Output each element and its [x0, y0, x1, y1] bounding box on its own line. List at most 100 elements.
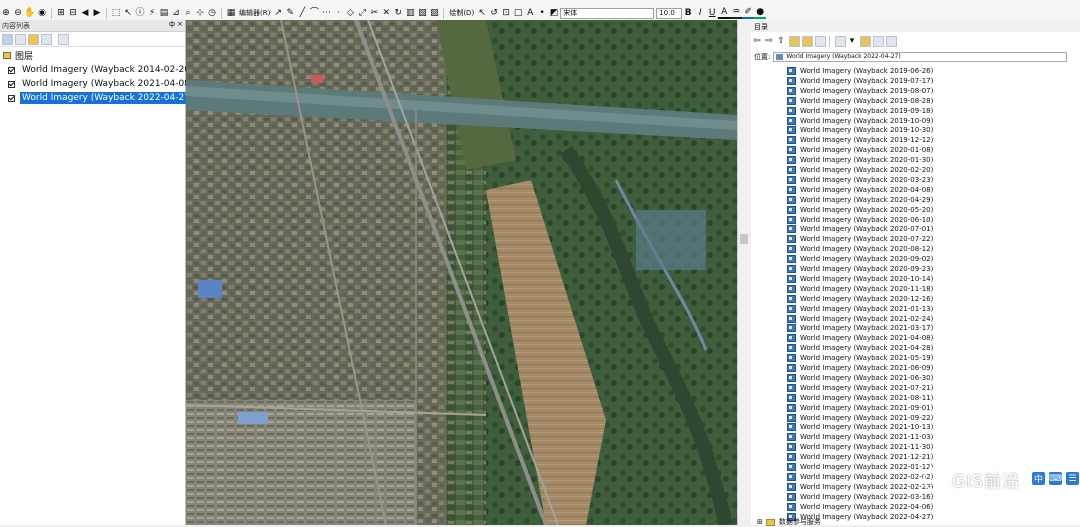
menu-icon[interactable]: ☰	[1066, 472, 1079, 485]
catalog-item[interactable]: World Imagery (Wayback 2021-11-30)	[787, 442, 933, 452]
line-color-icon[interactable]: ✐	[742, 7, 755, 19]
view-menu-icon[interactable]	[835, 35, 846, 47]
layer-checkbox[interactable]	[8, 66, 15, 74]
font-name-select[interactable]: 宋体	[560, 7, 655, 19]
catalog-item[interactable]: World Imagery (Wayback 2020-01-08)	[787, 145, 933, 155]
up-folder-icon[interactable]: ⇧	[775, 35, 787, 47]
catalog-item[interactable]: World Imagery (Wayback 2021-01-13)	[787, 304, 933, 314]
catalog-item[interactable]: World Imagery (Wayback 2021-05-19)	[787, 353, 933, 363]
catalog-item[interactable]: World Imagery (Wayback 2019-10-09)	[787, 116, 933, 126]
catalog-item[interactable]: World Imagery (Wayback 2021-06-30)	[787, 373, 933, 383]
italic-button[interactable]: I	[694, 7, 706, 19]
rectangle-icon[interactable]: □	[512, 7, 524, 19]
time-slider-icon[interactable]: ◷	[206, 7, 218, 19]
catalog-item[interactable]: World Imagery (Wayback 2021-02-24)	[787, 314, 933, 324]
straight-segment-icon[interactable]: ╱	[296, 7, 308, 19]
catalog-item[interactable]: World Imagery (Wayback 2020-07-01)	[787, 224, 933, 234]
splitter-handle[interactable]	[740, 234, 748, 244]
map-view-satellite-imagery[interactable]	[186, 20, 737, 525]
list-by-drawing-order-icon[interactable]	[2, 33, 13, 45]
edit-tool-icon[interactable]: ↗	[272, 7, 284, 19]
catalog-item[interactable]: World Imagery (Wayback 2021-11-03)	[787, 432, 933, 442]
catalog-item[interactable]: World Imagery (Wayback 2020-03-23)	[787, 175, 933, 185]
select-features-icon[interactable]: ⬚	[110, 7, 122, 19]
forward-icon[interactable]: ▶	[91, 7, 103, 19]
hyperlink-icon[interactable]: ⚡	[146, 7, 158, 19]
keyboard-icon[interactable]: ⌨	[1049, 472, 1062, 485]
catalog-item[interactable]: World Imagery (Wayback 2019-07-17)	[787, 76, 933, 86]
catalog-item[interactable]: World Imagery (Wayback 2020-11-18)	[787, 284, 933, 294]
catalog-item[interactable]: World Imagery (Wayback 2020-08-12)	[787, 244, 933, 254]
catalog-item[interactable]: World Imagery (Wayback 2019-08-07)	[787, 86, 933, 96]
catalog-item[interactable]: World Imagery (Wayback 2020-05-20)	[787, 205, 933, 215]
catalog-item[interactable]: World Imagery (Wayback 2021-04-08)	[787, 333, 933, 343]
trace-icon[interactable]: ⋯	[320, 7, 332, 19]
options-icon[interactable]	[58, 33, 69, 45]
curve-icon[interactable]: ⌒	[308, 7, 320, 19]
attributes-icon[interactable]: ▥	[404, 7, 416, 19]
html-popup-icon[interactable]: ▤	[158, 7, 170, 19]
full-extent-icon[interactable]: ◉	[36, 7, 48, 19]
catalog-item[interactable]: World Imagery (Wayback 2022-04-06)	[787, 502, 933, 512]
connect-folder-icon[interactable]	[802, 35, 813, 47]
edit-vertices-icon[interactable]: ◇	[344, 7, 356, 19]
catalog-item[interactable]: World Imagery (Wayback 2021-10-13)	[787, 422, 933, 432]
catalog-item[interactable]: World Imagery (Wayback 2020-04-29)	[787, 195, 933, 205]
split-icon[interactable]: ✕	[380, 7, 392, 19]
find-icon[interactable]: ⌕	[182, 7, 194, 19]
fixed-zoom-out-icon[interactable]: ⊟	[67, 7, 79, 19]
catalog-item[interactable]: World Imagery (Wayback 2020-07-22)	[787, 234, 933, 244]
catalog-item[interactable]: World Imagery (Wayback 2020-01-30)	[787, 155, 933, 165]
catalog-item[interactable]: World Imagery (Wayback 2019-10-30)	[787, 125, 933, 135]
catalog-item[interactable]: World Imagery (Wayback 2020-04-08)	[787, 185, 933, 195]
layer-label[interactable]: World Imagery (Wayback 2014-02-20)	[20, 64, 195, 76]
draw-point-icon[interactable]: •	[536, 7, 548, 19]
catalog-item[interactable]: World Imagery (Wayback 2022-02-23)	[787, 482, 933, 492]
draw-menu[interactable]: 绘制(D)	[447, 7, 476, 19]
list-by-visibility-icon[interactable]	[28, 33, 39, 45]
catalog-item[interactable]: World Imagery (Wayback 2020-06-10)	[787, 215, 933, 225]
marker-color-icon[interactable]: ●	[754, 7, 767, 19]
catalog-item[interactable]: World Imagery (Wayback 2020-10-14)	[787, 274, 933, 284]
select-elements-icon[interactable]: ↖	[122, 7, 134, 19]
identify-icon[interactable]: ⓘ	[134, 7, 146, 19]
catalog-item[interactable]: World Imagery (Wayback 2021-08-11)	[787, 393, 933, 403]
font-color-button[interactable]: A	[718, 7, 731, 19]
metadata-icon[interactable]	[873, 35, 884, 47]
list-by-selection-icon[interactable]	[41, 33, 52, 45]
zoom-out-icon[interactable]: ⊖	[12, 7, 24, 19]
reshape-icon[interactable]: ⤢	[356, 7, 368, 19]
catalog-item[interactable]: World Imagery (Wayback 2021-06-09)	[787, 363, 933, 373]
catalog-item[interactable]: World Imagery (Wayback 2019-12-12)	[787, 135, 933, 145]
layer-row-selected[interactable]: World Imagery (Wayback 2022-04-27)	[8, 92, 196, 104]
layer-label[interactable]: World Imagery (Wayback 2022-04-27)	[20, 92, 196, 104]
catalog-item[interactable]: World Imagery (Wayback 2019-08-28)	[787, 96, 933, 106]
catalog-item[interactable]: World Imagery (Wayback 2019-09-18)	[787, 106, 933, 116]
zoom-in-icon[interactable]: ⊕	[0, 7, 12, 19]
create-features-icon[interactable]: ▨	[428, 7, 440, 19]
fill-color-icon[interactable]: ♒	[730, 7, 743, 19]
catalog-item[interactable]: World Imagery (Wayback 2022-03-16)	[787, 492, 933, 502]
draw-rotate-icon[interactable]: ↺	[488, 7, 500, 19]
catalog-item[interactable]: World Imagery (Wayback 2020-09-23)	[787, 264, 933, 274]
catalog-item[interactable]: World Imagery (Wayback 2021-09-01)	[787, 403, 933, 413]
layer-checkbox[interactable]	[8, 80, 15, 88]
point-icon[interactable]: ·	[332, 7, 344, 19]
catalog-item[interactable]: World Imagery (Wayback 2020-02-20)	[787, 165, 933, 175]
home-folder-icon[interactable]	[789, 35, 800, 47]
catalog-item[interactable]: World Imagery (Wayback 2021-07-21)	[787, 383, 933, 393]
launch-arcmap-icon[interactable]	[860, 35, 871, 47]
view-dropdown-icon[interactable]: ▾	[846, 35, 858, 47]
back-arrow-icon[interactable]: ⇦	[751, 35, 763, 47]
forward-arrow-icon[interactable]: ⇨	[763, 35, 775, 47]
catalog-item[interactable]: World Imagery (Wayback 2020-12-16)	[787, 294, 933, 304]
pin-icon[interactable]: ф	[169, 20, 175, 28]
layout-icon[interactable]: ▦	[225, 7, 237, 19]
bold-button[interactable]: B	[682, 7, 694, 19]
list-by-source-icon[interactable]	[15, 33, 26, 45]
go-to-xy-icon[interactable]: ⊹	[194, 7, 206, 19]
layer-label[interactable]: World Imagery (Wayback 2021-04-08)	[20, 78, 195, 90]
catalog-item[interactable]: World Imagery (Wayback 2021-09-22)	[787, 413, 933, 423]
layer-checkbox[interactable]	[8, 94, 15, 102]
options-icon[interactable]	[886, 35, 897, 47]
